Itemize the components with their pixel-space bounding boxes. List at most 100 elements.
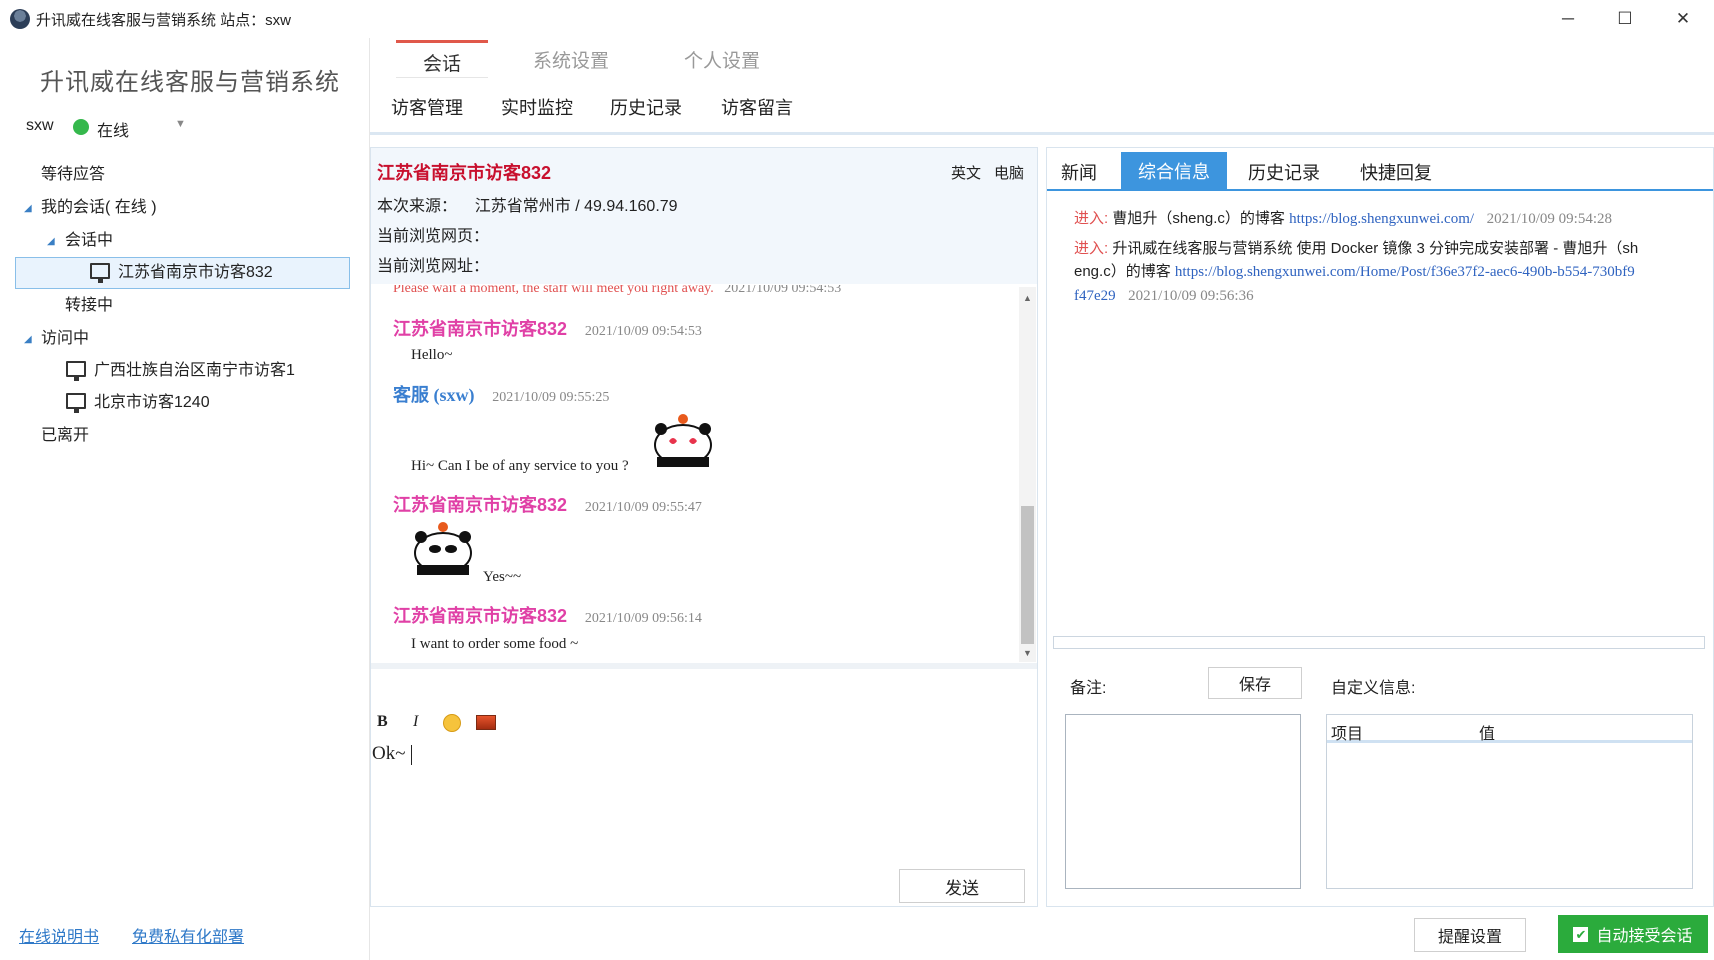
column-item: 项目 <box>1331 726 1364 743</box>
page-url-link-continued[interactable]: f47e29 <box>1074 288 1116 304</box>
window-title: 升讯威在线客服与营销系统 站点：sxw <box>36 12 292 29</box>
message-text: Hi~ Can I be of any service to you ? <box>411 458 629 474</box>
chevron-down-icon[interactable]: ▼ <box>175 118 186 130</box>
message-time: 2021/10/09 09:54:53 <box>584 324 702 339</box>
message-time: 2021/10/09 09:55:25 <box>492 390 610 405</box>
tree-transferring[interactable]: 转接中 <box>65 291 113 321</box>
enter-label: 进入: <box>1074 210 1109 227</box>
remind-settings-button[interactable]: 提醒设置 <box>1414 918 1526 952</box>
tree-visitor-1[interactable]: 广西壮族自治区南宁市访客1 <box>66 356 295 386</box>
save-button[interactable]: 保存 <box>1208 667 1302 699</box>
message-input[interactable]: Ok~ <box>372 743 406 765</box>
scroll-up-icon[interactable]: ▲ <box>1023 293 1032 303</box>
manual-link[interactable]: 在线说明书 <box>19 923 99 947</box>
column-value: 值 <box>1479 726 1496 743</box>
source-value: 江苏省常州市 / 49.94.160.79 <box>474 198 678 215</box>
page-url-link[interactable]: https://blog.shengxunwei.com/ <box>1289 211 1474 227</box>
tree-my-sessions[interactable]: 我的会话( 在线 ) <box>41 193 157 223</box>
message-time: 2021/10/09 09:56:14 <box>584 611 702 626</box>
message-time: 2021/10/09 09:55:47 <box>584 500 702 515</box>
expand-arrow-icon[interactable]: ◢ <box>24 203 32 214</box>
message-header: 客服 (sxw) 2021/10/09 09:55:25 <box>393 381 609 407</box>
source-label: 本次来源： <box>377 198 458 215</box>
tree-visitor-2[interactable]: 北京市访客1240 <box>66 388 210 418</box>
tree-waiting[interactable]: 等待应答 <box>41 160 105 190</box>
current-url-label: 当前浏览网址： <box>377 258 490 275</box>
table-header: 项目 值 <box>1327 715 1692 743</box>
tab-chat[interactable]: 会话 <box>396 40 488 78</box>
page-title: 升讯威在线客服与营销系统 使用 Docker 镜像 3 分钟完成安装部署 - 曹… <box>1112 240 1639 257</box>
subtab-visitor-mgmt[interactable]: 访客管理 <box>391 94 463 120</box>
visitor-label: 北京市访客1240 <box>94 394 210 411</box>
auto-accept-label: 自动接受会话 <box>1596 928 1693 945</box>
rtab-info[interactable]: 综合信息 <box>1121 152 1227 190</box>
rtab-quick-reply[interactable]: 快捷回复 <box>1360 159 1432 185</box>
expand-arrow-icon[interactable]: ◢ <box>47 236 55 247</box>
system-message-text: Please wait a moment, the staff will mee… <box>393 285 714 296</box>
visitor-label: 广西壮族自治区南宁市访客1 <box>94 362 295 379</box>
tab-personal-settings[interactable]: 个人设置 <box>684 46 760 76</box>
minimize-button[interactable]: ─ <box>1539 0 1597 38</box>
page-title-continued: eng.c）的博客 <box>1074 263 1171 280</box>
tree-visiting[interactable]: 访问中 <box>41 324 89 354</box>
app-logo-icon <box>10 9 30 29</box>
message-text: Yes~~ <box>483 569 522 585</box>
sender-name: 江苏省南京市访客832 <box>393 606 568 626</box>
monitor-icon <box>66 393 86 413</box>
scrollbar-thumb[interactable] <box>1021 506 1034 644</box>
subtab-messages[interactable]: 访客留言 <box>721 94 793 120</box>
tree-in-session[interactable]: 会话中 <box>65 226 113 256</box>
language-tag: 英文 <box>951 165 982 182</box>
online-status-icon <box>73 119 89 135</box>
auto-accept-toggle[interactable]: ✔ 自动接受会话 <box>1558 915 1708 953</box>
horizontal-scrollbar[interactable] <box>1053 636 1705 649</box>
enter-label: 进入: <box>1074 240 1109 257</box>
custom-info-label: 自定义信息: <box>1331 680 1416 697</box>
emoji-icon[interactable] <box>443 714 461 732</box>
monitor-icon <box>90 263 110 283</box>
panda-sticker-icon <box>414 522 472 575</box>
page-title: 曹旭升（sheng.c）的博客 <box>1112 210 1285 227</box>
italic-button[interactable]: I <box>413 713 418 731</box>
page-url-link[interactable]: https://blog.shengxunwei.com/Home/Post/f… <box>1175 264 1635 280</box>
text-caret <box>411 745 412 765</box>
tab-system-settings[interactable]: 系统设置 <box>533 46 609 76</box>
status-text[interactable]: 在线 <box>97 117 129 141</box>
expand-arrow-icon[interactable]: ◢ <box>24 334 32 345</box>
subtab-history[interactable]: 历史记录 <box>610 94 682 120</box>
notes-label: 备注: <box>1070 680 1107 697</box>
source-line: 本次来源： 江苏省常州市 / 49.94.160.79 <box>377 192 678 216</box>
sender-name: 客服 (sxw) <box>393 385 475 405</box>
message-header: 江苏省南京市访客832 2021/10/09 09:56:14 <box>393 602 702 628</box>
visitor-name: 江苏省南京市访客832 <box>377 163 552 183</box>
message-header: 江苏省南京市访客832 2021/10/09 09:54:53 <box>393 315 702 341</box>
panda-sticker-icon <box>654 414 712 467</box>
image-icon[interactable] <box>476 715 496 730</box>
message-time: 2021/10/09 09:54:53 <box>724 285 842 296</box>
tree-left[interactable]: 已离开 <box>41 421 89 451</box>
device-tag: 电脑 <box>994 165 1025 182</box>
send-button[interactable]: 发送 <box>899 869 1025 903</box>
close-button[interactable]: ✕ <box>1654 0 1712 38</box>
notes-textarea[interactable] <box>1065 714 1301 889</box>
message-list: Please wait a moment, the staff will mee… <box>371 285 1019 663</box>
brand-title: 升讯威在线客服与营销系统 <box>40 69 340 96</box>
visitor-label: 江苏省南京市访客832 <box>118 264 273 281</box>
divider <box>370 132 1714 135</box>
visit-log-entry: 进入: 升讯威在线客服与营销系统 使用 Docker 镜像 3 分钟完成安装部署… <box>1074 237 1686 308</box>
message-text: I want to order some food ~ <box>411 636 579 652</box>
bold-button[interactable]: B <box>377 713 388 731</box>
message-header: 江苏省南京市访客832 2021/10/09 09:55:47 <box>393 491 702 517</box>
subtab-monitor[interactable]: 实时监控 <box>501 94 573 120</box>
deploy-link[interactable]: 免费私有化部署 <box>132 923 244 947</box>
user-name: sxw <box>26 117 54 134</box>
tree-session-visitor[interactable]: 江苏省南京市访客832 <box>90 258 273 288</box>
rtab-news[interactable]: 新闻 <box>1061 159 1097 185</box>
checkbox-checked-icon[interactable]: ✔ <box>1573 926 1589 942</box>
maximize-button[interactable]: ☐ <box>1596 0 1654 38</box>
current-page-label: 当前浏览网页： <box>377 228 490 245</box>
visit-time: 2021/10/09 09:56:36 <box>1128 288 1254 304</box>
rtab-history[interactable]: 历史记录 <box>1248 159 1320 185</box>
scroll-down-icon[interactable]: ▼ <box>1023 648 1032 658</box>
visit-time: 2021/10/09 09:54:28 <box>1486 211 1612 227</box>
